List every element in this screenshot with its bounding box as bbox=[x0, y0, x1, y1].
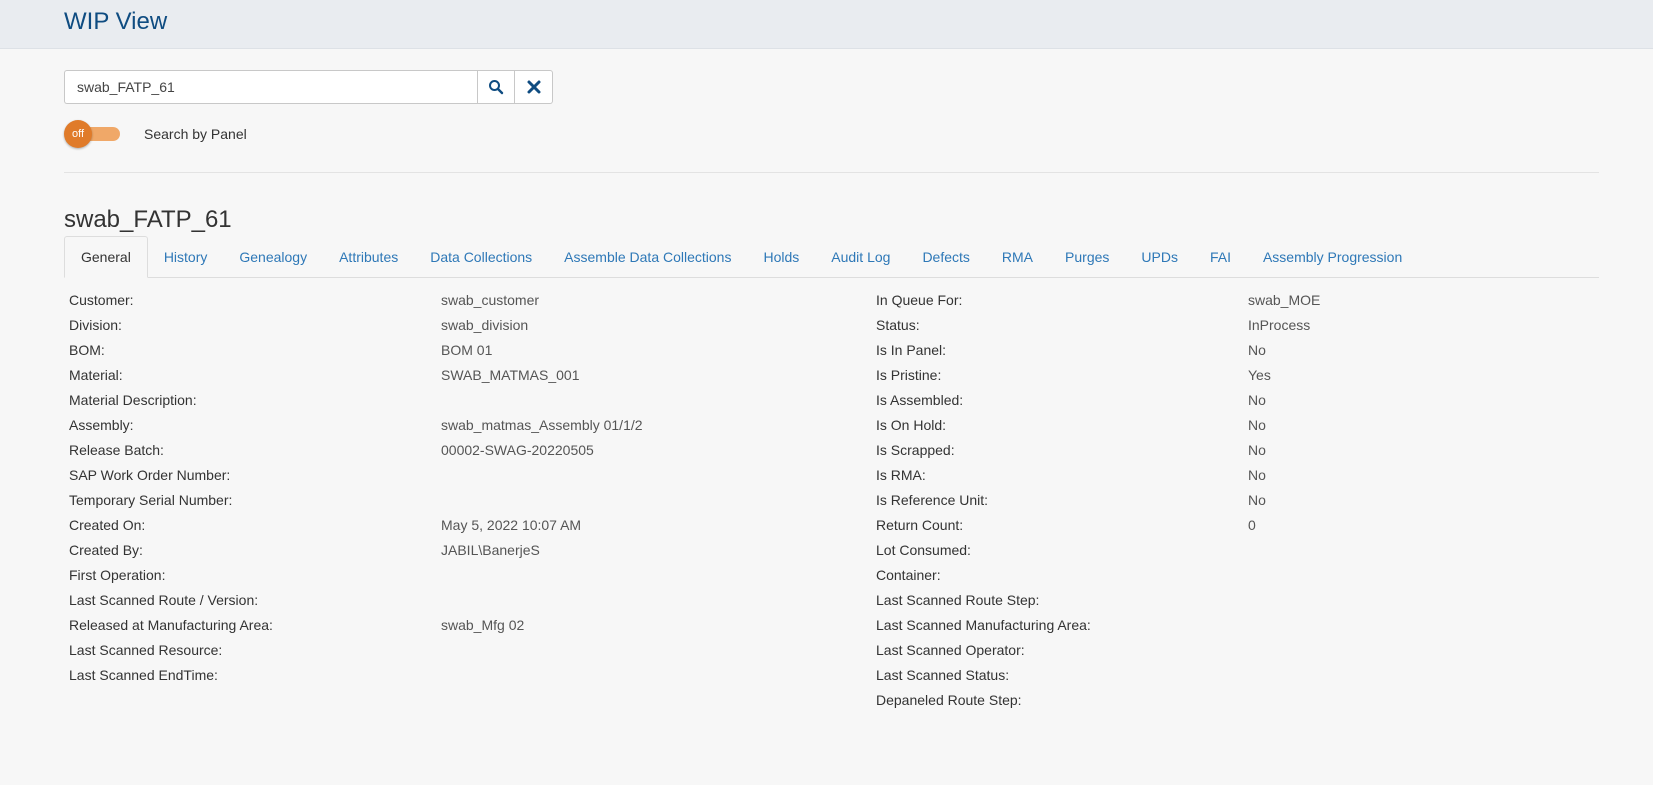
field-value: SWAB_MATMAS_001 bbox=[441, 367, 580, 383]
tab-rma[interactable]: RMA bbox=[986, 236, 1049, 277]
field-label: First Operation: bbox=[69, 567, 166, 583]
toggle-label: Search by Panel bbox=[144, 126, 247, 142]
field-label: Return Count: bbox=[876, 517, 964, 533]
tab-general[interactable]: General bbox=[64, 236, 148, 278]
tab-purges[interactable]: Purges bbox=[1049, 236, 1125, 277]
field-label: Lot Consumed: bbox=[876, 542, 971, 558]
tab-assemble-data-collections[interactable]: Assemble Data Collections bbox=[548, 236, 747, 277]
field-value: No bbox=[1248, 467, 1266, 483]
field-value: No bbox=[1248, 392, 1266, 408]
field-label: Status: bbox=[876, 317, 920, 333]
field-label: SAP Work Order Number: bbox=[69, 467, 231, 483]
field-value: May 5, 2022 10:07 AM bbox=[441, 517, 582, 533]
field-value: swab_division bbox=[441, 317, 529, 333]
field-value: swab_customer bbox=[441, 292, 540, 308]
field-label: Created On: bbox=[69, 517, 146, 533]
field-label: Depaneled Route Step: bbox=[876, 692, 1022, 708]
field-label: Last Scanned Operator: bbox=[876, 642, 1025, 658]
field-value: No bbox=[1248, 442, 1266, 458]
field-value: No bbox=[1248, 492, 1266, 508]
field-label: Released at Manufacturing Area: bbox=[69, 617, 273, 633]
field-label: Material: bbox=[69, 367, 123, 383]
clear-button[interactable] bbox=[515, 70, 553, 104]
field-label: Last Scanned Route Step: bbox=[876, 592, 1040, 608]
field-label: Created By: bbox=[69, 542, 143, 558]
tab-fai[interactable]: FAI bbox=[1194, 236, 1247, 277]
tab-history[interactable]: History bbox=[148, 236, 224, 277]
unit-title: swab_FATP_61 bbox=[64, 206, 232, 233]
close-icon bbox=[527, 80, 540, 94]
search-input[interactable] bbox=[64, 70, 477, 104]
field-label: Is Assembled: bbox=[876, 392, 964, 408]
tab-bar: General History Genealogy Attributes Data Co… bbox=[64, 236, 1599, 278]
field-value: Yes bbox=[1248, 367, 1271, 383]
field-label: Last Scanned Resource: bbox=[69, 642, 223, 658]
field-label: Last Scanned Manufacturing Area: bbox=[876, 617, 1091, 633]
field-value: InProcess bbox=[1248, 317, 1311, 333]
field-value: 00002-SWAG-20220505 bbox=[441, 442, 594, 458]
field-label: Is Reference Unit: bbox=[876, 492, 989, 508]
field-label: Release Batch: bbox=[69, 442, 164, 458]
search-by-panel-toggle[interactable]: off bbox=[64, 120, 120, 148]
field-value: No bbox=[1248, 342, 1266, 358]
field-label: Is On Hold: bbox=[876, 417, 947, 433]
field-label: Last Scanned Status: bbox=[876, 667, 1010, 683]
tab-assembly-progression[interactable]: Assembly Progression bbox=[1247, 236, 1418, 277]
search-bar bbox=[64, 70, 553, 104]
tab-defects[interactable]: Defects bbox=[906, 236, 985, 277]
tab-holds[interactable]: Holds bbox=[747, 236, 815, 277]
field-label: Is Scrapped: bbox=[876, 442, 955, 458]
tab-genealogy[interactable]: Genealogy bbox=[223, 236, 323, 277]
field-label: Container: bbox=[876, 567, 941, 583]
app-header: WIP View bbox=[0, 0, 1653, 49]
field-label: In Queue For: bbox=[876, 292, 963, 308]
field-value: swab_MOE bbox=[1248, 292, 1321, 308]
tab-audit-log[interactable]: Audit Log bbox=[815, 236, 906, 277]
field-label: Material Description: bbox=[69, 392, 197, 408]
field-value: No bbox=[1248, 417, 1266, 433]
field-label: Last Scanned EndTime: bbox=[69, 667, 218, 683]
field-label: Is In Panel: bbox=[876, 342, 947, 358]
field-label: Is RMA: bbox=[876, 467, 926, 483]
field-label: Last Scanned Route / Version: bbox=[69, 592, 259, 608]
search-icon bbox=[489, 80, 504, 95]
divider bbox=[64, 172, 1599, 173]
field-label: Customer: bbox=[69, 292, 134, 308]
search-button[interactable] bbox=[477, 70, 515, 104]
field-label: Division: bbox=[69, 317, 122, 333]
field-value: swab_Mfg 02 bbox=[441, 617, 525, 633]
toggle-knob: off bbox=[64, 120, 92, 148]
tab-data-collections[interactable]: Data Collections bbox=[414, 236, 548, 277]
field-value: BOM 01 bbox=[441, 342, 493, 358]
page-title: WIP View bbox=[64, 8, 168, 35]
field-label: BOM: bbox=[69, 342, 105, 358]
field-label: Temporary Serial Number: bbox=[69, 492, 233, 508]
field-value: JABIL\BanerjeS bbox=[441, 542, 540, 558]
field-value: 0 bbox=[1248, 517, 1256, 533]
field-label: Is Pristine: bbox=[876, 367, 942, 383]
tab-upds[interactable]: UPDs bbox=[1125, 236, 1194, 277]
tab-attributes[interactable]: Attributes bbox=[323, 236, 414, 277]
field-label: Assembly: bbox=[69, 417, 134, 433]
search-by-panel-row: off Search by Panel bbox=[64, 120, 247, 148]
field-value: swab_matmas_Assembly 01/1/2 bbox=[441, 417, 643, 433]
